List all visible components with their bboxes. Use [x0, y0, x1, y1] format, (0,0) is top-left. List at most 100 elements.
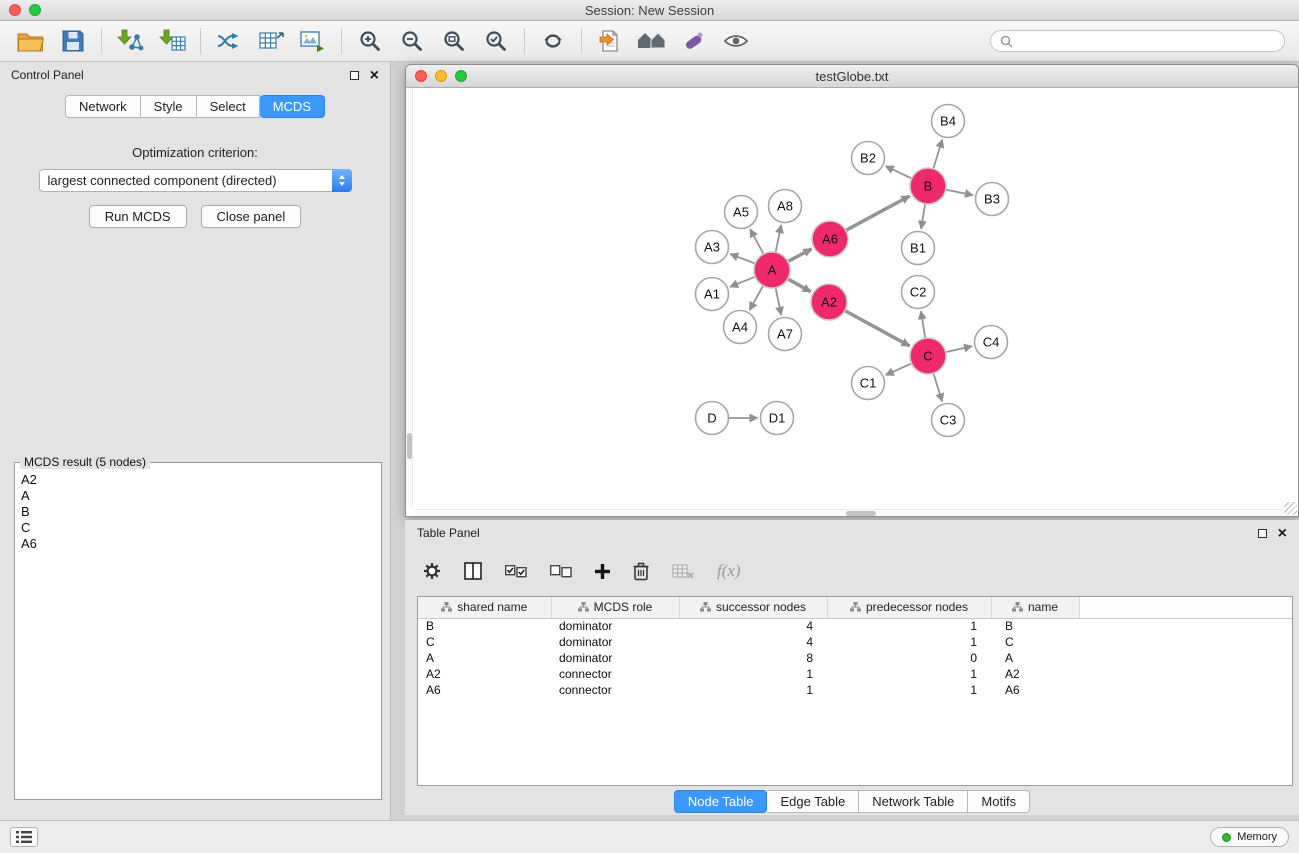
home-button[interactable] [631, 24, 673, 58]
edge-C-C2[interactable] [921, 311, 925, 338]
memory-button[interactable]: Memory [1210, 827, 1289, 847]
table-cell[interactable]: dominator [551, 650, 679, 666]
column-header-name[interactable]: name [991, 597, 1079, 618]
table-cell[interactable]: 4 [679, 618, 827, 634]
table-tab-edge-table[interactable]: Edge Table [767, 790, 859, 813]
resize-grip[interactable] [1284, 502, 1297, 515]
delete-row-button[interactable] [633, 562, 649, 581]
table-row[interactable]: Adominator80A [418, 650, 1293, 666]
table-cell[interactable]: B [991, 618, 1079, 634]
vertical-scroll-thumb[interactable] [407, 433, 412, 459]
edge-A-A4[interactable] [750, 286, 764, 310]
edge-A-A8[interactable] [776, 225, 782, 252]
zoom-out-button[interactable] [391, 24, 433, 58]
optimization-criterion-select[interactable]: largest connected component (directed) [39, 169, 352, 192]
edge-B-B2[interactable] [886, 166, 912, 178]
table-cell[interactable]: dominator [551, 618, 679, 634]
search-field[interactable] [990, 30, 1285, 52]
show-hide-button[interactable] [715, 24, 757, 58]
column-header-predecessor-nodes[interactable]: predecessor nodes [827, 597, 991, 618]
zoom-fit-button[interactable] [433, 24, 475, 58]
table-cell[interactable]: 1 [679, 682, 827, 698]
close-panel-icon[interactable]: × [370, 71, 379, 80]
zoom-in-button[interactable] [349, 24, 391, 58]
edge-A-A5[interactable] [750, 229, 763, 254]
tab-mcds[interactable]: MCDS [260, 95, 325, 118]
table-cell[interactable]: A6 [991, 682, 1079, 698]
table-tab-motifs[interactable]: Motifs [968, 790, 1030, 813]
select-all-button[interactable] [505, 565, 527, 578]
network-graph[interactable]: B4B2BB3A5A8A6A3B1AC2A1A2A4A7C4CC1C3DD1 [406, 88, 1298, 516]
new-table-button[interactable] [250, 24, 292, 58]
column-browser-button[interactable] [464, 562, 482, 580]
refresh-button[interactable] [532, 24, 574, 58]
table-cell[interactable]: B [418, 618, 551, 634]
table-cell[interactable]: 4 [679, 634, 827, 650]
edge-B-B1[interactable] [921, 204, 925, 229]
table-cell[interactable]: C [418, 634, 551, 650]
column-header-shared-name[interactable]: shared name [418, 597, 551, 618]
edge-A2-C[interactable] [845, 311, 910, 346]
export-network-button[interactable] [589, 24, 631, 58]
table-cell[interactable]: 1 [827, 666, 991, 682]
float-panel-icon[interactable] [350, 71, 359, 80]
edge-C-C1[interactable] [886, 363, 912, 375]
table-cell[interactable]: A2 [991, 666, 1079, 682]
table-settings-button[interactable] [423, 562, 441, 580]
import-table-button[interactable] [151, 24, 193, 58]
show-panels-button[interactable] [10, 827, 38, 847]
tab-select[interactable]: Select [197, 95, 260, 118]
table-cell[interactable]: 1 [827, 682, 991, 698]
network-window-titlebar[interactable]: testGlobe.txt [406, 65, 1298, 88]
export-image-button[interactable] [292, 24, 334, 58]
zoom-window-button[interactable] [29, 4, 41, 16]
close-table-panel-icon[interactable]: × [1278, 529, 1287, 538]
edge-C-C4[interactable] [946, 346, 972, 352]
table-cell[interactable]: 1 [827, 634, 991, 650]
close-window-button[interactable] [9, 4, 21, 16]
apply-style-button[interactable] [673, 24, 715, 58]
tab-network[interactable]: Network [65, 95, 141, 118]
table-cell[interactable]: C [991, 634, 1079, 650]
column-header-successor-nodes[interactable]: successor nodes [679, 597, 827, 618]
save-session-button[interactable] [52, 24, 94, 58]
table-cell[interactable]: connector [551, 682, 679, 698]
edge-B-B4[interactable] [933, 140, 942, 169]
edge-A-A7[interactable] [776, 288, 782, 315]
zoom-selected-button[interactable] [475, 24, 517, 58]
delete-table-button[interactable] [672, 564, 694, 579]
table-cell[interactable]: 1 [827, 618, 991, 634]
horizontal-scroll-thumb[interactable] [846, 511, 876, 516]
edge-A6-B[interactable] [846, 196, 910, 230]
run-mcds-button[interactable]: Run MCDS [89, 205, 187, 228]
table-cell[interactable]: A2 [418, 666, 551, 682]
table-row[interactable]: A2connector11A2 [418, 666, 1293, 682]
table-row[interactable]: Bdominator41B [418, 618, 1293, 634]
edge-A-A1[interactable] [730, 277, 755, 287]
edge-A-A2[interactable] [788, 279, 811, 292]
edge-A-A6[interactable] [788, 249, 812, 262]
column-header-MCDS-role[interactable]: MCDS role [551, 597, 679, 618]
function-builder-button[interactable]: f(x) [717, 561, 741, 581]
minimize-network-button[interactable] [435, 70, 447, 82]
tab-style[interactable]: Style [141, 95, 197, 118]
table-row[interactable]: A6connector11A6 [418, 682, 1293, 698]
table-cell[interactable]: 8 [679, 650, 827, 666]
search-input[interactable] [1018, 34, 1275, 48]
edge-B-B3[interactable] [946, 190, 973, 196]
table-cell[interactable]: 0 [827, 650, 991, 666]
import-network-button[interactable] [109, 24, 151, 58]
table-cell[interactable]: A6 [418, 682, 551, 698]
table-cell[interactable]: A [991, 650, 1079, 666]
close-network-button[interactable] [415, 70, 427, 82]
add-row-button[interactable] [595, 564, 610, 579]
float-table-panel-icon[interactable] [1258, 529, 1267, 538]
table-cell[interactable]: 1 [679, 666, 827, 682]
mcds-result-list[interactable]: A2ABCA6 [15, 463, 381, 561]
table-cell[interactable]: dominator [551, 634, 679, 650]
table-cell[interactable]: A [418, 650, 551, 666]
table-cell[interactable]: connector [551, 666, 679, 682]
table-tab-node-table[interactable]: Node Table [674, 790, 768, 813]
deselect-all-button[interactable] [550, 565, 572, 578]
edge-C-C3[interactable] [933, 373, 942, 401]
